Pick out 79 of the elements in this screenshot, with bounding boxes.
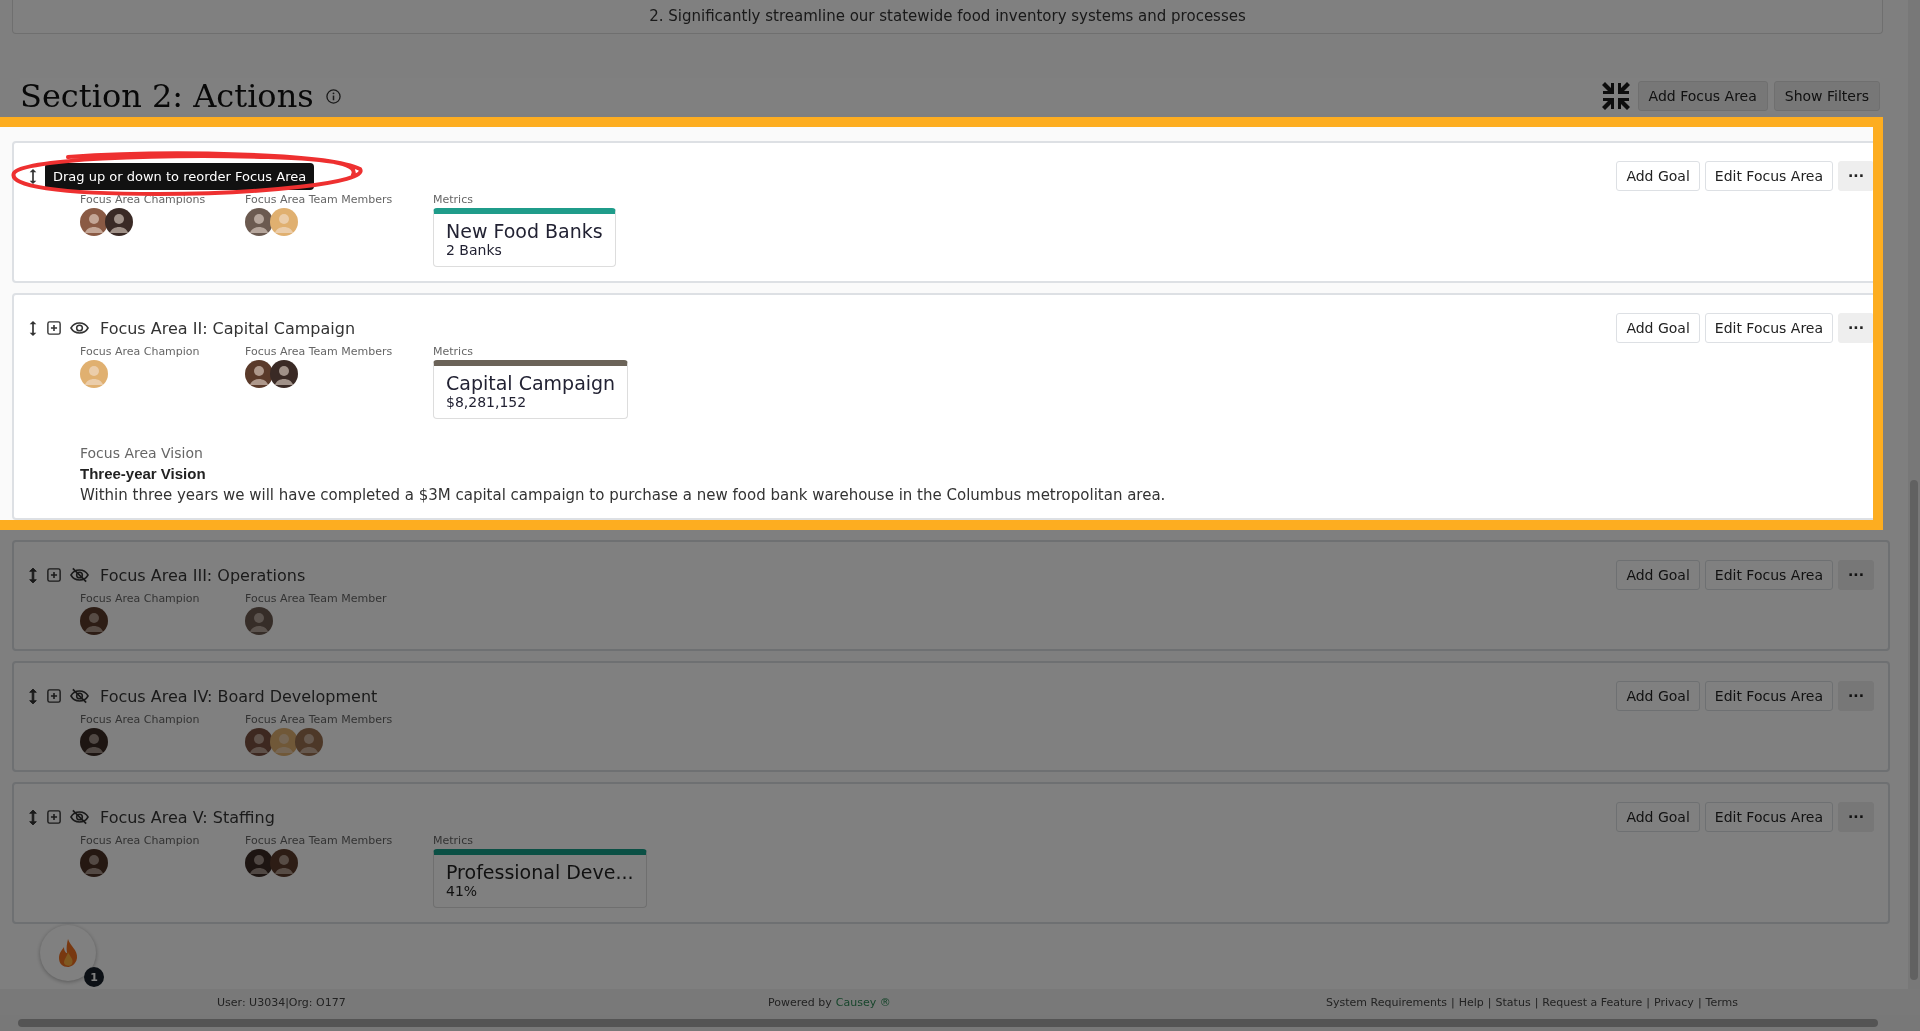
separator: | <box>1646 995 1651 1009</box>
notification-badge: 1 <box>84 967 104 987</box>
footer-link[interactable]: System Requirements <box>1326 995 1448 1009</box>
champions-label: Focus Area Champion <box>80 713 201 726</box>
action-button[interactable]: Edit Focus Area <box>1704 802 1834 832</box>
brand-link[interactable]: Causey ® <box>835 995 891 1009</box>
action-button[interactable]: Add Goal <box>1616 681 1700 711</box>
vision-title: Three-year Vision <box>80 465 207 482</box>
team-label: Focus Area Team Members <box>245 193 394 206</box>
metric-value: 2 Banks <box>446 242 503 258</box>
separator: | <box>1697 995 1702 1009</box>
flame-icon <box>56 938 80 968</box>
action-button[interactable]: Add Goal <box>1616 560 1700 590</box>
metric-value: 41% <box>446 883 479 899</box>
tooltip: Drag up or down to reorder Focus Area <box>45 162 315 190</box>
focus-area-title: Focus Area IV: Board Development <box>100 686 378 706</box>
metric-title: Professional Deve... <box>446 861 634 883</box>
toolbar-button[interactable]: Show Filters <box>1773 81 1880 111</box>
eye-icon[interactable] <box>70 321 89 335</box>
focus-area-title: Focus Area III: Operations <box>100 565 306 585</box>
powered-by-text: Powered by <box>768 995 832 1009</box>
metric-card[interactable]: Capital Campaign $8,281,152 <box>433 360 629 419</box>
footer-link[interactable]: Request a Feature <box>1542 995 1643 1009</box>
team-label: Focus Area Team Members <box>245 345 394 358</box>
metrics-label: Metrics <box>433 345 474 358</box>
action-button[interactable]: Edit Focus Area <box>1704 560 1834 590</box>
drag-handle-icon[interactable] <box>28 687 38 705</box>
focus-area-title: Focus Area V: Staffing <box>100 807 275 827</box>
vision-label: Focus Area Vision <box>80 445 204 461</box>
separator: | <box>1534 995 1539 1009</box>
footer-link[interactable]: Terms <box>1705 995 1738 1009</box>
drag-handle-icon[interactable] <box>28 808 38 826</box>
metric-card[interactable]: Professional Deve... 41% <box>433 849 647 908</box>
drag-handle-icon[interactable] <box>28 319 38 337</box>
eye-slash-icon[interactable] <box>70 567 89 583</box>
metric-title: New Food Banks <box>446 220 603 242</box>
action-button[interactable]: Add Goal <box>1616 161 1700 191</box>
more-button[interactable]: ··· <box>1838 161 1873 191</box>
more-button[interactable]: ··· <box>1838 313 1873 343</box>
team-label: Focus Area Team Member <box>245 592 388 605</box>
section-title: Section 2: Actions <box>20 77 314 115</box>
eye-slash-icon[interactable] <box>70 688 89 704</box>
goal-text: 2. Significantly streamline our statewide food inventory systems and processes <box>649 7 1246 25</box>
toolbar-button[interactable]: Add Focus Area <box>1637 81 1768 111</box>
vertical-scrollbar[interactable] <box>1908 0 1920 989</box>
more-button[interactable]: ··· <box>1838 681 1874 711</box>
drag-handle-icon[interactable] <box>28 566 38 584</box>
focus-area-title: Focus Area II: Capital Campaign <box>100 318 356 338</box>
metric-title: Capital Campaign <box>446 372 616 394</box>
champions-label: Focus Area Champion <box>80 834 201 847</box>
action-button[interactable]: Edit Focus Area <box>1704 161 1834 191</box>
champions-label: Focus Area Champions <box>80 193 207 206</box>
champions-label: Focus Area Champion <box>80 592 201 605</box>
metric-value: $8,281,152 <box>446 394 528 410</box>
action-button[interactable]: Add Goal <box>1616 313 1700 343</box>
action-button[interactable]: Edit Focus Area <box>1704 681 1834 711</box>
champions-label: Focus Area Champion <box>80 345 201 358</box>
separator: | <box>1487 995 1492 1009</box>
notification-button[interactable] <box>40 925 96 981</box>
vision-text: Within three years we will have completed a $3M capital campaign to purchase a new food bank warehouse in the Columbus metropolitan area. <box>80 486 1167 504</box>
user-info: User: U3034|Org: O177 <box>217 995 347 1009</box>
separator: | <box>1451 995 1455 1009</box>
more-button[interactable]: ··· <box>1838 560 1874 590</box>
metrics-label: Metrics <box>433 834 474 847</box>
drag-handle-icon[interactable] <box>28 167 38 185</box>
footer-link[interactable]: Help <box>1458 995 1484 1009</box>
metrics-label: Metrics <box>433 193 474 206</box>
horizontal-scrollbar[interactable] <box>0 1015 1920 1031</box>
footer-link[interactable]: Status <box>1495 995 1531 1009</box>
action-button[interactable]: Add Goal <box>1616 802 1700 832</box>
info-icon[interactable] <box>325 88 341 104</box>
action-button[interactable]: Edit Focus Area <box>1704 313 1834 343</box>
metric-card[interactable]: New Food Banks 2 Banks <box>433 208 616 267</box>
eye-slash-icon[interactable] <box>70 809 89 825</box>
footer-link[interactable]: Privacy <box>1654 995 1694 1009</box>
expand-icon[interactable] <box>47 321 61 335</box>
team-label: Focus Area Team Members <box>245 834 394 847</box>
more-button[interactable]: ··· <box>1838 802 1874 832</box>
team-label: Focus Area Team Members <box>245 713 394 726</box>
